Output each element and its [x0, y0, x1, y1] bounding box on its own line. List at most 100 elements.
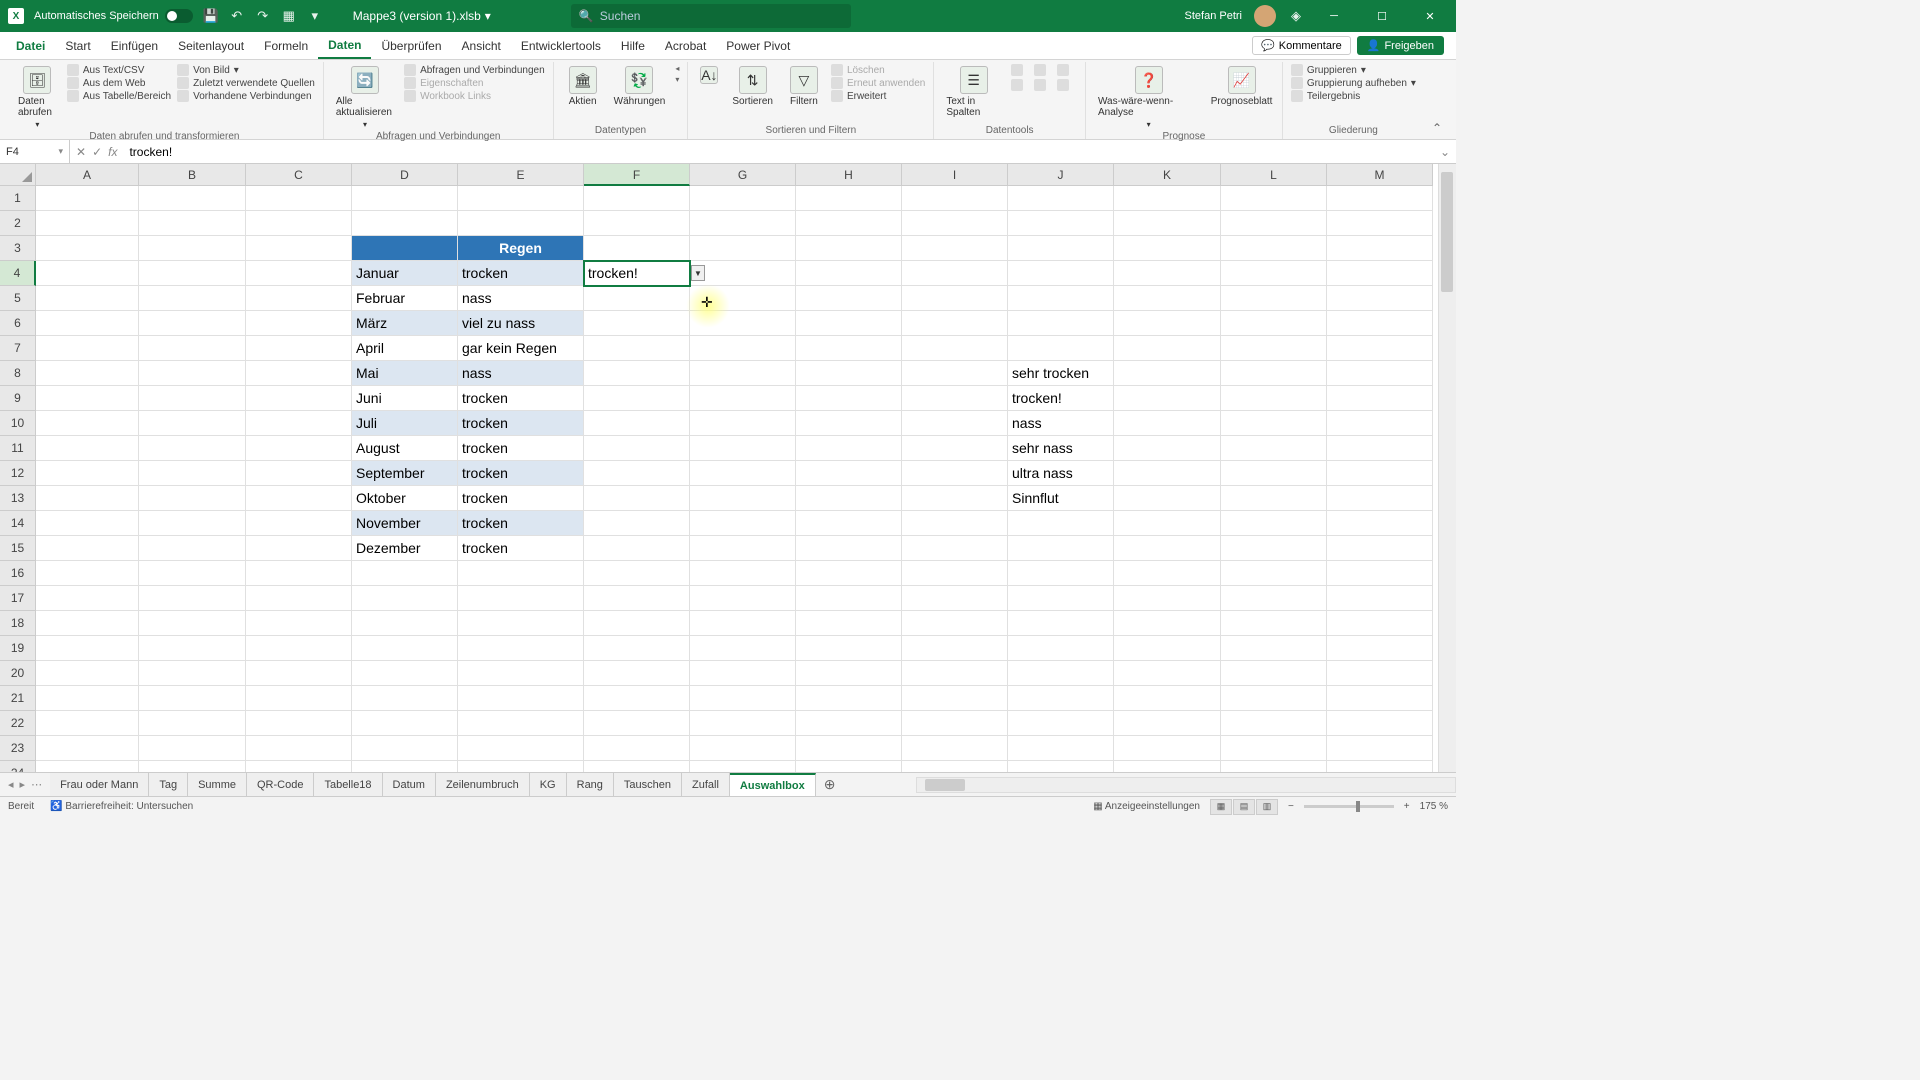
- avatar-icon[interactable]: [1254, 5, 1276, 27]
- page-layout-view-button[interactable]: ▤: [1233, 799, 1255, 815]
- minimize-button[interactable]: ─: [1316, 2, 1352, 30]
- cell[interactable]: [1114, 711, 1221, 736]
- cell[interactable]: [1221, 586, 1327, 611]
- cell[interactable]: [458, 211, 584, 236]
- cell[interactable]: [139, 311, 246, 336]
- row-header[interactable]: 11: [0, 436, 36, 461]
- collapse-ribbon-button[interactable]: ⌃: [1424, 117, 1450, 139]
- cell[interactable]: [584, 511, 690, 536]
- cell[interactable]: [246, 586, 352, 611]
- cell[interactable]: [1221, 761, 1327, 772]
- cell[interactable]: [1327, 461, 1433, 486]
- cell[interactable]: [458, 611, 584, 636]
- cell[interactable]: [1008, 686, 1114, 711]
- cell[interactable]: [1114, 261, 1221, 286]
- row-header[interactable]: 19: [0, 636, 36, 661]
- cell[interactable]: [1221, 211, 1327, 236]
- cell[interactable]: [902, 286, 1008, 311]
- cell[interactable]: [246, 661, 352, 686]
- cell[interactable]: [36, 586, 139, 611]
- cell[interactable]: [796, 511, 902, 536]
- existing-connections[interactable]: Vorhandene Verbindungen: [177, 90, 315, 102]
- cell[interactable]: [458, 636, 584, 661]
- cell[interactable]: nass: [458, 286, 584, 311]
- cell[interactable]: [246, 386, 352, 411]
- cell[interactable]: [139, 661, 246, 686]
- flash-fill-icon[interactable]: [1011, 64, 1023, 76]
- cell[interactable]: [584, 436, 690, 461]
- cell[interactable]: [690, 661, 796, 686]
- cell[interactable]: [1008, 536, 1114, 561]
- refresh-all-button[interactable]: 🔄Alle aktualisieren▾: [332, 64, 398, 131]
- whatif-button[interactable]: ❓Was-wäre-wenn-Analyse▾: [1094, 64, 1203, 131]
- column-header[interactable]: F: [584, 164, 690, 186]
- cell[interactable]: [1221, 336, 1327, 361]
- cell[interactable]: [139, 486, 246, 511]
- ribbon-tab-power pivot[interactable]: Power Pivot: [716, 32, 800, 59]
- cell[interactable]: Mai: [352, 361, 458, 386]
- cell[interactable]: [352, 686, 458, 711]
- cell[interactable]: [36, 611, 139, 636]
- cell[interactable]: [1114, 211, 1221, 236]
- cell[interactable]: [902, 261, 1008, 286]
- cell[interactable]: [584, 686, 690, 711]
- cell[interactable]: [1114, 686, 1221, 711]
- from-picture[interactable]: Von Bild ▾: [177, 64, 315, 76]
- cell[interactable]: [796, 661, 902, 686]
- cell[interactable]: [796, 236, 902, 261]
- cell[interactable]: [690, 386, 796, 411]
- cell[interactable]: [1008, 236, 1114, 261]
- cell[interactable]: [1008, 761, 1114, 772]
- cell[interactable]: [36, 286, 139, 311]
- cell[interactable]: [1327, 611, 1433, 636]
- cell[interactable]: [1327, 586, 1433, 611]
- column-header[interactable]: G: [690, 164, 796, 186]
- cell[interactable]: [902, 186, 1008, 211]
- cell[interactable]: [796, 461, 902, 486]
- sheet-tab[interactable]: Zufall: [682, 773, 730, 796]
- zoom-level[interactable]: 175 %: [1420, 801, 1448, 812]
- username-label[interactable]: Stefan Petri: [1185, 10, 1242, 22]
- cell[interactable]: [690, 636, 796, 661]
- sheet-tab[interactable]: KG: [530, 773, 567, 796]
- row-header[interactable]: 2: [0, 211, 36, 236]
- cell[interactable]: trocken: [458, 261, 584, 286]
- cell[interactable]: [139, 736, 246, 761]
- cell[interactable]: [139, 511, 246, 536]
- row-header[interactable]: 18: [0, 611, 36, 636]
- search-input[interactable]: 🔍 Suchen: [571, 4, 851, 28]
- cell[interactable]: [1327, 711, 1433, 736]
- cell[interactable]: [458, 711, 584, 736]
- column-header[interactable]: J: [1008, 164, 1114, 186]
- cell[interactable]: [1114, 411, 1221, 436]
- forecast-sheet-button[interactable]: 📈Prognoseblatt: [1209, 64, 1273, 109]
- comments-button[interactable]: 💬 Kommentare: [1252, 36, 1351, 55]
- cell[interactable]: [584, 361, 690, 386]
- cell[interactable]: [584, 411, 690, 436]
- cell[interactable]: [352, 586, 458, 611]
- cell[interactable]: [36, 336, 139, 361]
- cell[interactable]: [458, 686, 584, 711]
- cell[interactable]: [1008, 311, 1114, 336]
- cell[interactable]: [690, 411, 796, 436]
- advanced-filter[interactable]: Erweitert: [831, 90, 925, 102]
- stocks-button[interactable]: 🏛Aktien: [562, 64, 604, 109]
- cell[interactable]: [902, 761, 1008, 772]
- cell[interactable]: [1327, 386, 1433, 411]
- cell[interactable]: [690, 561, 796, 586]
- ribbon-tab-ansicht[interactable]: Ansicht: [452, 32, 511, 59]
- cell[interactable]: [246, 636, 352, 661]
- cell[interactable]: [246, 186, 352, 211]
- cell[interactable]: [1327, 636, 1433, 661]
- ribbon-tab-formeln[interactable]: Formeln: [254, 32, 318, 59]
- cell[interactable]: Dezember: [352, 536, 458, 561]
- cell[interactable]: [139, 411, 246, 436]
- filename-label[interactable]: Mappe3 (version 1).xlsb▾: [353, 9, 491, 23]
- cell[interactable]: trocken: [458, 461, 584, 486]
- row-header[interactable]: 1: [0, 186, 36, 211]
- column-header[interactable]: A: [36, 164, 139, 186]
- cell[interactable]: [902, 211, 1008, 236]
- cell[interactable]: [584, 461, 690, 486]
- name-box[interactable]: F4▾: [0, 140, 70, 163]
- cell[interactable]: [1221, 486, 1327, 511]
